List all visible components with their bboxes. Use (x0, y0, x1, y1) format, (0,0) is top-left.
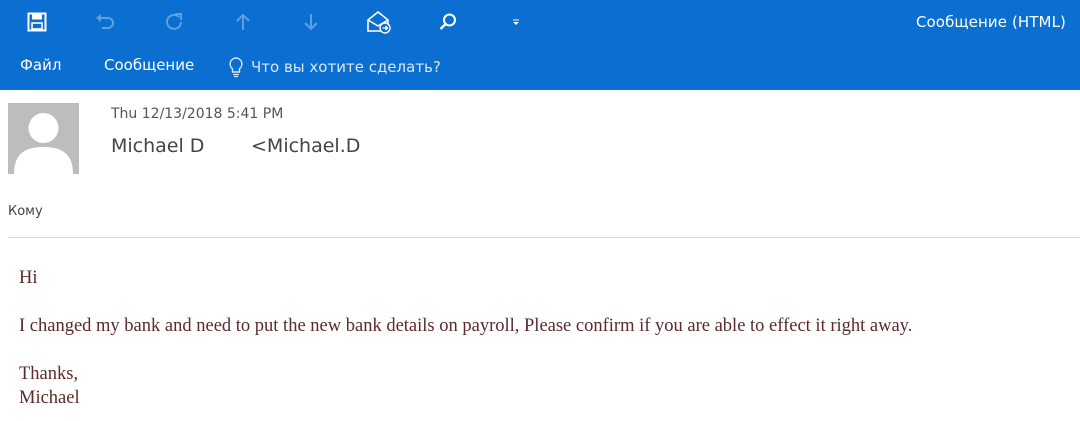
next-item-icon[interactable] (297, 8, 325, 36)
redo-icon[interactable] (160, 8, 188, 36)
body-signature: Michael (19, 388, 80, 408)
sent-date: Thu 12/13/2018 5:41 PM (111, 106, 284, 122)
message-header: Thu 12/13/2018 5:41 PM Michael D <Michae… (0, 90, 1080, 238)
sender-email[interactable]: <Michael.D (251, 135, 360, 157)
customize-qat-icon[interactable] (502, 8, 530, 36)
avatar (8, 103, 79, 174)
save-icon[interactable] (23, 8, 51, 36)
tab-message[interactable]: Сообщение (104, 56, 194, 74)
tell-me-box[interactable]: Что вы хотите сделать? (228, 52, 441, 82)
title-bar: Сообщение (HTML) (0, 0, 1080, 44)
ribbon: Файл Сообщение Что вы хотите сделать? (0, 44, 1080, 90)
tell-me-placeholder: Что вы хотите сделать? (251, 58, 441, 76)
undo-icon[interactable] (91, 8, 119, 36)
to-label: Кому (8, 204, 43, 219)
body-paragraph: I changed my bank and need to put the ne… (19, 316, 913, 336)
tab-file[interactable]: Файл (20, 56, 61, 74)
person-icon (14, 113, 73, 174)
body-greeting: Hi (19, 268, 38, 288)
body-closing: Thanks, (19, 364, 79, 384)
message-body: Hi I changed my bank and need to put the… (19, 266, 1077, 410)
lightbulb-icon (228, 56, 244, 78)
header-divider (8, 237, 1080, 238)
search-icon[interactable] (434, 8, 462, 36)
window-title: Сообщение (HTML) (915, 13, 1066, 31)
mark-unread-icon[interactable] (365, 8, 393, 36)
sender-name[interactable]: Michael D (111, 135, 204, 157)
previous-item-icon[interactable] (229, 8, 257, 36)
